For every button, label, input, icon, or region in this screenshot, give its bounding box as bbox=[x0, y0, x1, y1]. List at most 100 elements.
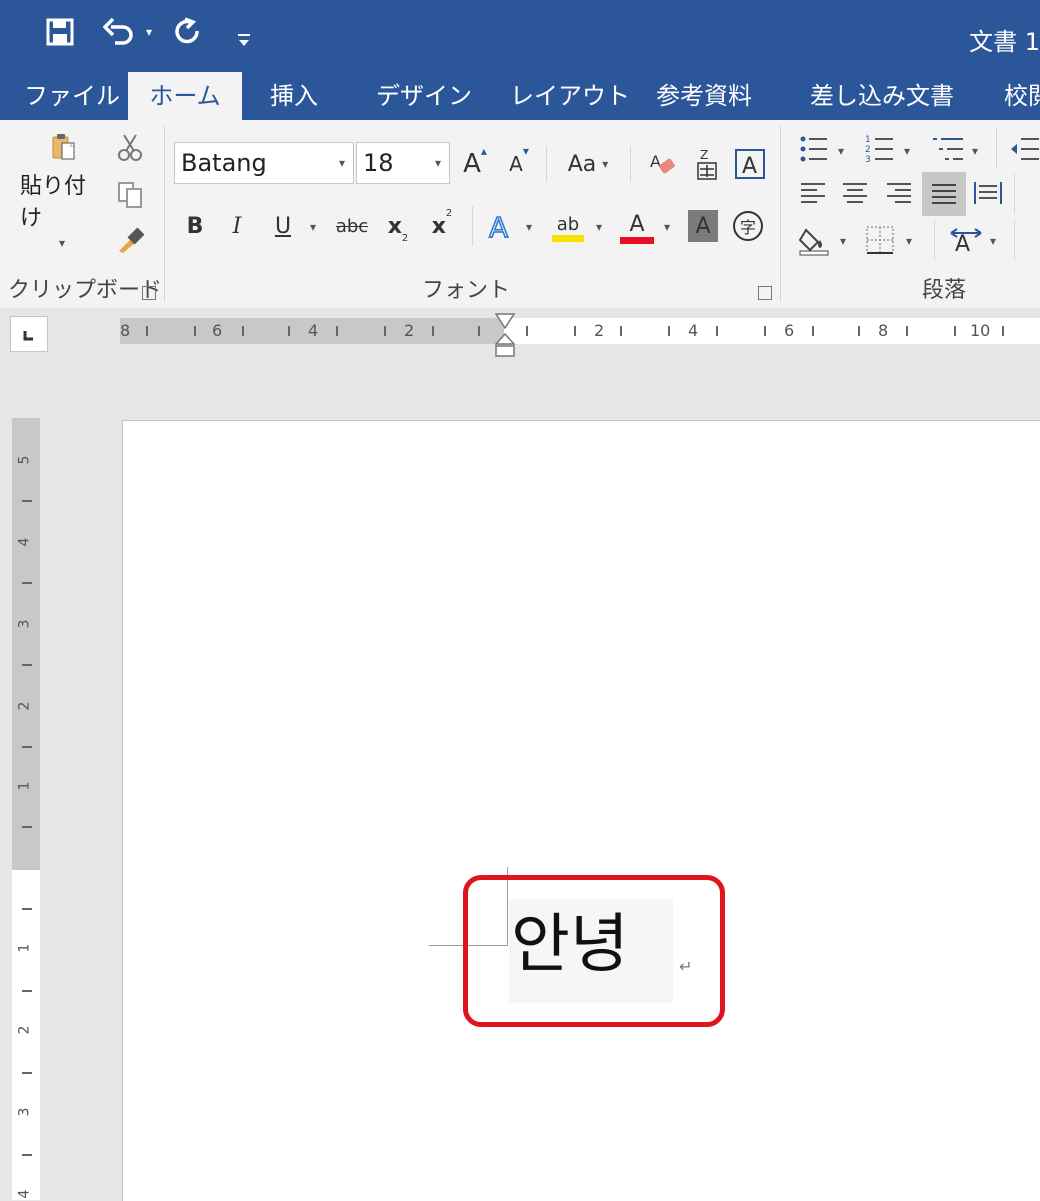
align-right-icon[interactable] bbox=[882, 176, 916, 210]
tab-file[interactable]: ファイル bbox=[24, 72, 120, 120]
cut-icon[interactable] bbox=[112, 130, 148, 166]
grow-font-button[interactable]: A ▴ bbox=[458, 144, 492, 184]
ruler-tick bbox=[954, 326, 956, 336]
shrink-font-button[interactable]: A ▾ bbox=[502, 144, 536, 184]
phonetic-guide-icon[interactable]: Z bbox=[690, 144, 724, 184]
copy-icon[interactable] bbox=[112, 176, 148, 212]
strikethrough-button[interactable]: abc bbox=[332, 208, 372, 244]
ruler-tick bbox=[764, 326, 766, 336]
ruler-tick bbox=[906, 326, 908, 336]
ruler-label: 3 bbox=[16, 619, 33, 629]
ruler-label: 2 bbox=[594, 321, 605, 340]
tab-home[interactable]: ホーム bbox=[128, 72, 242, 120]
tab-review[interactable]: 校閲 bbox=[1004, 72, 1040, 120]
ruler-tick bbox=[858, 326, 860, 336]
highlight-dropdown-icon[interactable]: ▾ bbox=[596, 220, 602, 234]
ruler-tick bbox=[288, 326, 290, 336]
svg-text:A: A bbox=[955, 232, 970, 255]
ruler-tick bbox=[22, 990, 32, 992]
vertical-ruler[interactable]: 5 4 3 2 1 1 2 3 4 bbox=[12, 418, 40, 1200]
asian-layout-dropdown-icon[interactable]: ▾ bbox=[990, 234, 996, 248]
italic-button[interactable]: I bbox=[222, 208, 252, 244]
ruler-tick bbox=[384, 326, 386, 336]
align-center-icon[interactable] bbox=[838, 176, 872, 210]
numbering-dropdown-icon[interactable]: ▾ bbox=[904, 144, 910, 158]
svg-text:3: 3 bbox=[865, 155, 871, 164]
tab-selector-button[interactable] bbox=[10, 316, 48, 352]
save-icon[interactable] bbox=[40, 10, 80, 54]
ruler-label: 1 bbox=[16, 781, 33, 791]
paragraph-shading-dropdown-icon[interactable]: ▾ bbox=[840, 234, 846, 248]
change-case-button[interactable]: Aa ▾ bbox=[558, 144, 618, 184]
paragraph-shading-icon[interactable] bbox=[796, 222, 832, 258]
ruler-tick bbox=[336, 326, 338, 336]
tab-design[interactable]: デザイン bbox=[376, 72, 472, 120]
underline-button[interactable]: U bbox=[268, 208, 298, 244]
font-color-dropdown-icon[interactable]: ▾ bbox=[664, 220, 670, 234]
tab-layout[interactable]: レイアウト bbox=[510, 72, 630, 120]
highlight-button[interactable]: ab bbox=[548, 208, 588, 248]
superscript-mark: 2 bbox=[445, 208, 453, 219]
group-divider bbox=[780, 126, 781, 302]
text-effects-button[interactable]: A bbox=[484, 208, 520, 244]
clipboard-icon bbox=[52, 134, 75, 160]
bullets-icon[interactable] bbox=[796, 132, 832, 166]
underline-dropdown-icon[interactable]: ▾ bbox=[310, 220, 316, 234]
borders-dropdown-icon[interactable]: ▾ bbox=[906, 234, 912, 248]
clipboard-launcher-icon[interactable] bbox=[142, 286, 156, 300]
distributed-icon[interactable] bbox=[970, 176, 1006, 210]
tab-insert[interactable]: 挿入 bbox=[270, 72, 318, 120]
font-size-dropdown-icon[interactable]: ▾ bbox=[435, 143, 441, 183]
format-painter-icon[interactable] bbox=[112, 222, 148, 258]
font-name-combo[interactable]: Batang ▾ bbox=[174, 142, 354, 184]
highlight-annotation-box bbox=[463, 875, 725, 1027]
decrease-indent-icon[interactable] bbox=[1008, 132, 1040, 166]
multilevel-list-dropdown-icon[interactable]: ▾ bbox=[972, 144, 978, 158]
customize-qat-icon[interactable] bbox=[232, 18, 256, 62]
paste-button[interactable]: 貼り付け ▾ bbox=[20, 130, 104, 250]
undo-icon[interactable] bbox=[98, 10, 142, 54]
numbering-icon[interactable]: 123 bbox=[862, 132, 898, 166]
clear-formatting-icon[interactable]: A bbox=[644, 144, 682, 184]
document-page[interactable]: 안녕 ↵ bbox=[122, 420, 1040, 1201]
font-name-dropdown-icon[interactable]: ▾ bbox=[339, 143, 345, 183]
ruler-tick bbox=[146, 326, 148, 336]
font-launcher-icon[interactable] bbox=[758, 286, 772, 300]
ruler-tick bbox=[812, 326, 814, 336]
paragraph-group-label: 段落 bbox=[922, 278, 967, 303]
superscript-button[interactable]: x2 bbox=[424, 208, 460, 244]
bold-button[interactable]: B bbox=[180, 208, 210, 244]
ruler-label: 6 bbox=[784, 321, 795, 340]
horizontal-ruler[interactable]: 8 6 4 2 2 4 6 8 10 bbox=[120, 313, 1040, 357]
group-divider bbox=[164, 126, 165, 302]
ruler-tick bbox=[22, 1072, 32, 1074]
svg-text:2: 2 bbox=[865, 145, 871, 155]
ruler-label: 8 bbox=[878, 321, 889, 340]
font-divider bbox=[546, 146, 547, 182]
font-size-combo[interactable]: 18 ▾ bbox=[356, 142, 450, 184]
borders-icon[interactable] bbox=[862, 222, 898, 258]
undo-dropdown-icon[interactable]: ▾ bbox=[142, 10, 156, 54]
redo-icon[interactable] bbox=[168, 10, 208, 54]
ribbon: 貼り付け ▾ クリップボード Batang ▾ 18 ▾ A ▴ A ▾ Aa ▾ A… bbox=[0, 120, 1040, 309]
bullets-dropdown-icon[interactable]: ▾ bbox=[838, 144, 844, 158]
ribbon-tabs: ファイル ホーム 挿入 デザイン レイアウト 参考資料 差し込み文書 校閲 bbox=[0, 72, 1040, 120]
justify-icon[interactable] bbox=[922, 172, 966, 216]
text-effects-dropdown-icon[interactable]: ▾ bbox=[526, 220, 532, 234]
multilevel-list-icon[interactable] bbox=[928, 132, 968, 166]
ruler-tick bbox=[22, 746, 32, 748]
svg-text:A: A bbox=[489, 211, 508, 242]
tab-mailings[interactable]: 差し込み文書 bbox=[810, 72, 954, 120]
character-border-icon[interactable]: A bbox=[732, 144, 768, 184]
ruler-label: 2 bbox=[404, 321, 415, 340]
ruler-label: 4 bbox=[688, 321, 699, 340]
subscript-button[interactable]: x2 bbox=[380, 208, 416, 245]
align-left-icon[interactable] bbox=[796, 176, 830, 210]
tab-references[interactable]: 参考資料 bbox=[656, 72, 752, 120]
indent-marker-icon[interactable] bbox=[494, 312, 516, 360]
ruler-tick bbox=[716, 326, 718, 336]
character-shading-button[interactable]: A bbox=[688, 210, 718, 242]
enclose-character-button[interactable]: 字 bbox=[730, 208, 766, 244]
font-color-button[interactable]: A bbox=[618, 208, 656, 248]
asian-layout-icon[interactable]: A bbox=[946, 222, 986, 258]
